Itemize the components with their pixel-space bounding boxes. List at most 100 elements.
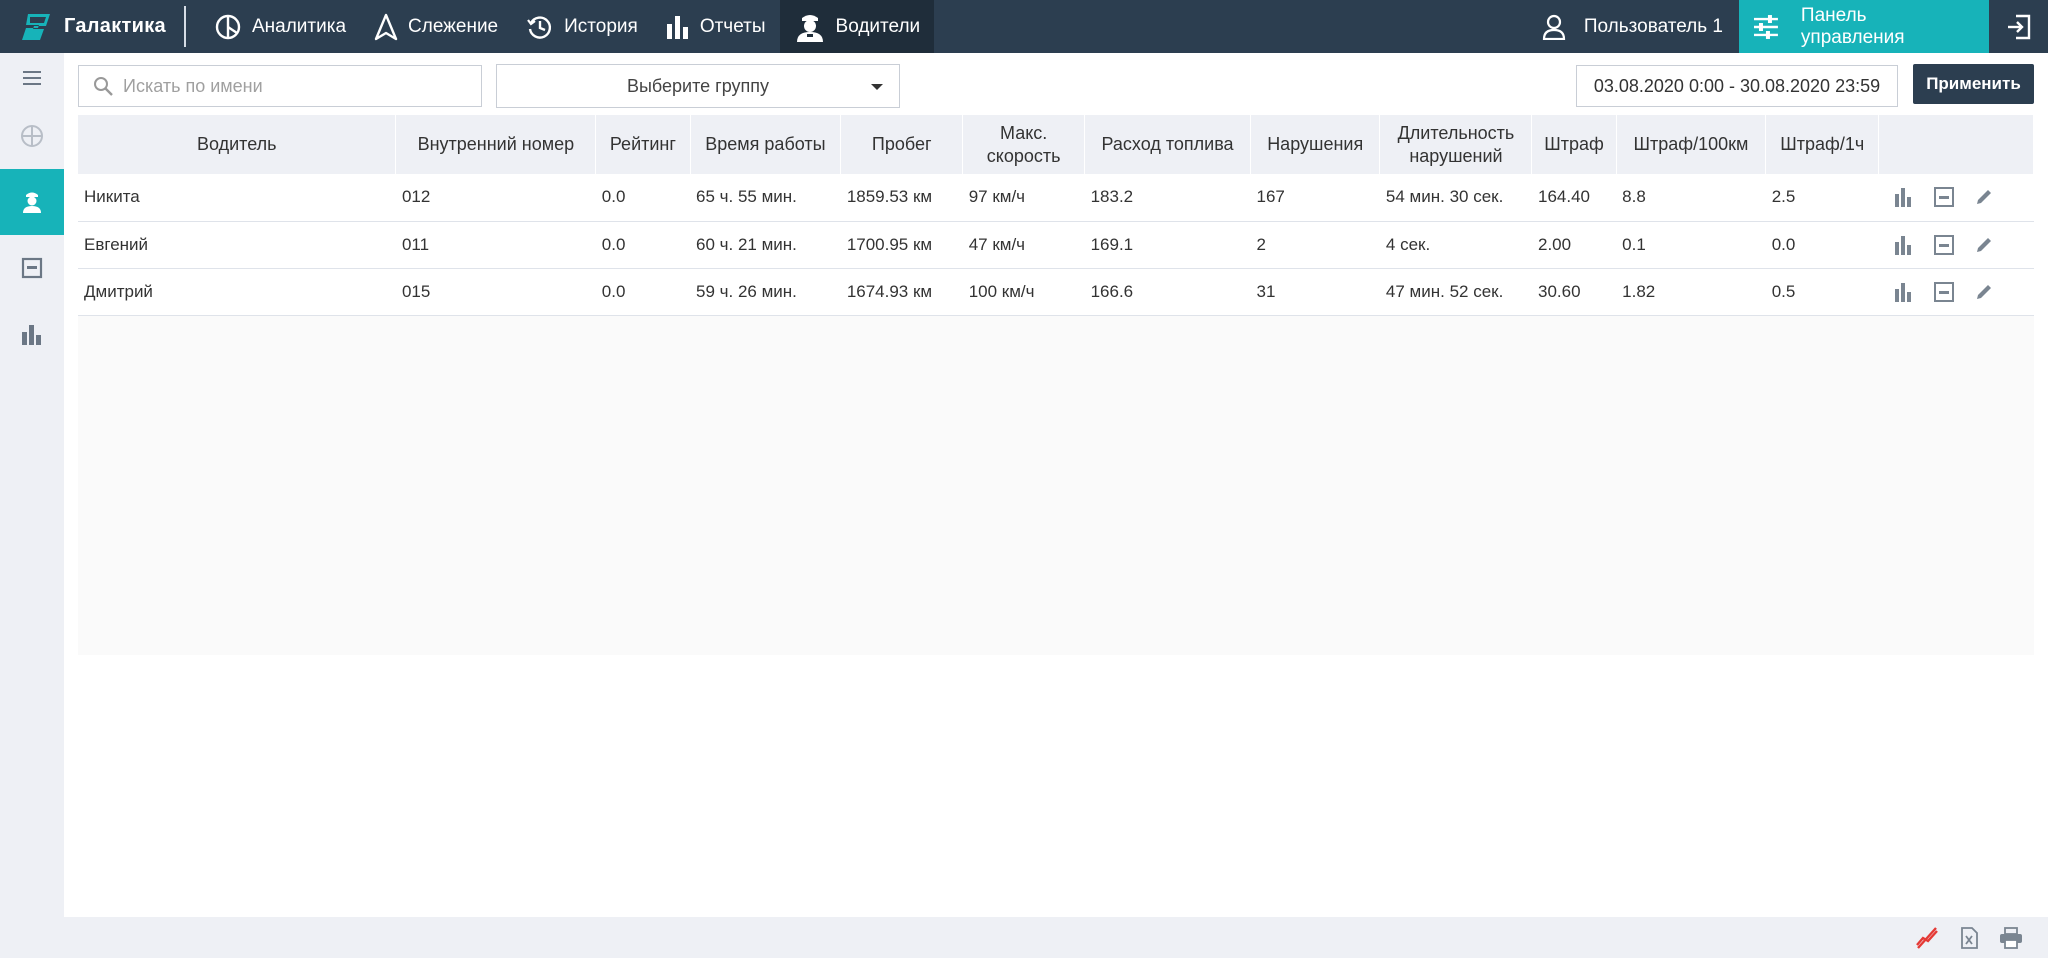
user-name: Пользователь 1 [1583,15,1723,37]
card-icon[interactable] [1931,279,1957,305]
control-panel-label: Панель управления [1800,4,1905,48]
date-range-input[interactable]: 03.08.2020 0:00 - 30.08.2020 23:59 [1576,65,1898,107]
cell-mileage: 1700.95 км [840,221,963,269]
cell-internal-number: 015 [395,268,596,316]
logout-button[interactable] [1989,0,2048,53]
cell-violation-duration: 47 мин. 52 сек. [1379,268,1532,316]
date-range-value: 03.08.2020 0:00 - 30.08.2020 23:59 [1593,75,1881,96]
logout-icon [2007,14,2030,39]
sidebar-item-drivers[interactable] [0,169,64,235]
table-header-row: Водитель Внутренний номер Рейтинг Время … [78,115,2034,174]
col-header-actions [1878,115,2034,174]
cell-fine-1h: 0.5 [1765,268,1879,316]
stats-icon[interactable] [1891,232,1917,258]
cell-violations: 31 [1250,268,1380,316]
edit-pencil-icon[interactable] [1971,184,1997,210]
card-icon[interactable] [1931,184,1957,210]
nav-reports-label: Отчеты [699,15,766,37]
col-header-rating[interactable]: Рейтинг [595,115,691,174]
apply-button[interactable]: Применить [1913,64,2034,104]
cell-driver: Евгений [78,221,396,269]
sidebar-item-map[interactable] [0,103,64,169]
app-logo[interactable]: Галактика [0,6,186,47]
col-header-fine[interactable]: Штраф [1531,115,1617,174]
stats-icon[interactable] [1891,184,1917,210]
cell-violation-duration: 54 мин. 30 сек. [1379,174,1532,222]
cell-fuel: 183.2 [1084,174,1251,222]
col-header-violation-duration[interactable]: Длительность нарушений [1379,115,1533,174]
search-icon [94,77,113,96]
card-icon[interactable] [1931,232,1957,258]
col-header-work-time[interactable]: Время работы [690,115,842,174]
cell-work-time: 60 ч. 21 мин. [690,221,841,269]
nav-drivers[interactable]: Водители [779,0,935,53]
nav-analytics[interactable]: Аналитика [200,0,360,53]
sidebar-item-cards[interactable] [0,235,64,301]
cell-rating: 0.0 [595,268,691,316]
col-header-internal-number[interactable]: Внутренний номер [395,115,597,174]
table-row[interactable]: Никита 012 0.0 65 ч. 55 мин. 1859.53 км 97 км… [78,174,2034,222]
cell-fine: 2.00 [1531,221,1617,269]
col-header-mileage[interactable]: Пробег [840,115,964,174]
user-menu[interactable]: Пользователь 1 [1526,0,1739,53]
group-select-value: Выберите группу [626,75,770,96]
cell-actions [1878,268,2034,316]
col-header-fuel[interactable]: Расход топлива [1084,115,1251,174]
cell-driver: Никита [78,174,396,222]
col-header-fine-1h[interactable]: Штраф/1ч [1765,115,1880,174]
nav-drivers-label: Водители [835,15,921,37]
control-panel-button[interactable]: Панель управления [1739,0,1989,53]
cell-violations: 2 [1250,221,1380,269]
edit-pencil-icon[interactable] [1971,279,1997,305]
col-header-violations[interactable]: Нарушения [1250,115,1381,174]
tracking-icon [374,13,398,40]
row-actions [1885,232,2028,258]
footer-tools [1915,926,2023,950]
col-header-fine-100km[interactable]: Штраф/100км [1616,115,1767,174]
app-name: Галактика [64,15,166,37]
cell-fine-100km: 1.82 [1616,268,1766,316]
cell-rating: 0.0 [595,221,691,269]
table-row[interactable]: Евгений 011 0.0 60 ч. 21 мин. 1700.95 км 47 к… [78,221,2034,269]
stats-icon[interactable] [1891,279,1917,305]
cell-fine: 164.40 [1531,174,1617,222]
row-actions [1885,184,2028,210]
table-row[interactable]: Дмитрий 015 0.0 59 ч. 26 мин. 1674.93 км 100 … [78,268,2034,316]
cell-actions [1878,221,2034,269]
search-input[interactable] [123,75,463,97]
sidebar-menu-toggle[interactable] [0,53,64,103]
excel-export-icon[interactable] [1957,926,1981,950]
nav-reports[interactable]: Отчеты [652,0,780,53]
cell-fine-1h: 2.5 [1765,174,1879,222]
cell-actions [1878,174,2034,222]
cell-mileage: 1674.93 км [840,268,963,316]
history-icon [527,15,552,39]
cell-mileage: 1859.53 км [840,174,963,222]
hamburger-icon [23,71,41,85]
nav-history[interactable]: История [512,0,652,53]
no-chart-icon[interactable] [1915,926,1939,950]
nav-tracking[interactable]: Слежение [360,0,512,53]
cell-violations: 167 [1250,174,1380,222]
drivers-icon [796,14,823,42]
main-content: Выберите группу 03.08.2020 0:00 - 30.08.… [64,53,2048,917]
cell-fine-100km: 0.1 [1616,221,1766,269]
search-box[interactable] [78,65,482,107]
col-header-max-speed[interactable]: Макс. скорость [962,115,1086,174]
sidebar [0,53,64,958]
col-header-driver[interactable]: Водитель [78,115,397,174]
filter-toolbar: Выберите группу 03.08.2020 0:00 - 30.08.… [64,53,2048,115]
nav-analytics-label: Аналитика [251,15,347,37]
edit-pencil-icon[interactable] [1971,232,1997,258]
group-select[interactable]: Выберите группу [496,64,900,108]
top-navbar: Галактика Аналитика Слежение История Отч… [0,0,2048,53]
row-actions [1885,279,2028,305]
sidebar-item-stats[interactable] [0,301,64,367]
driver-icon [23,192,41,213]
cell-violation-duration: 4 сек. [1379,221,1532,269]
cell-fuel: 166.6 [1084,268,1251,316]
drivers-table: Водитель Внутренний номер Рейтинг Время … [78,115,2034,316]
nav-history-label: История [564,15,638,37]
print-icon[interactable] [1999,926,2023,950]
drivers-table-container: Водитель Внутренний номер Рейтинг Время … [78,115,2034,655]
